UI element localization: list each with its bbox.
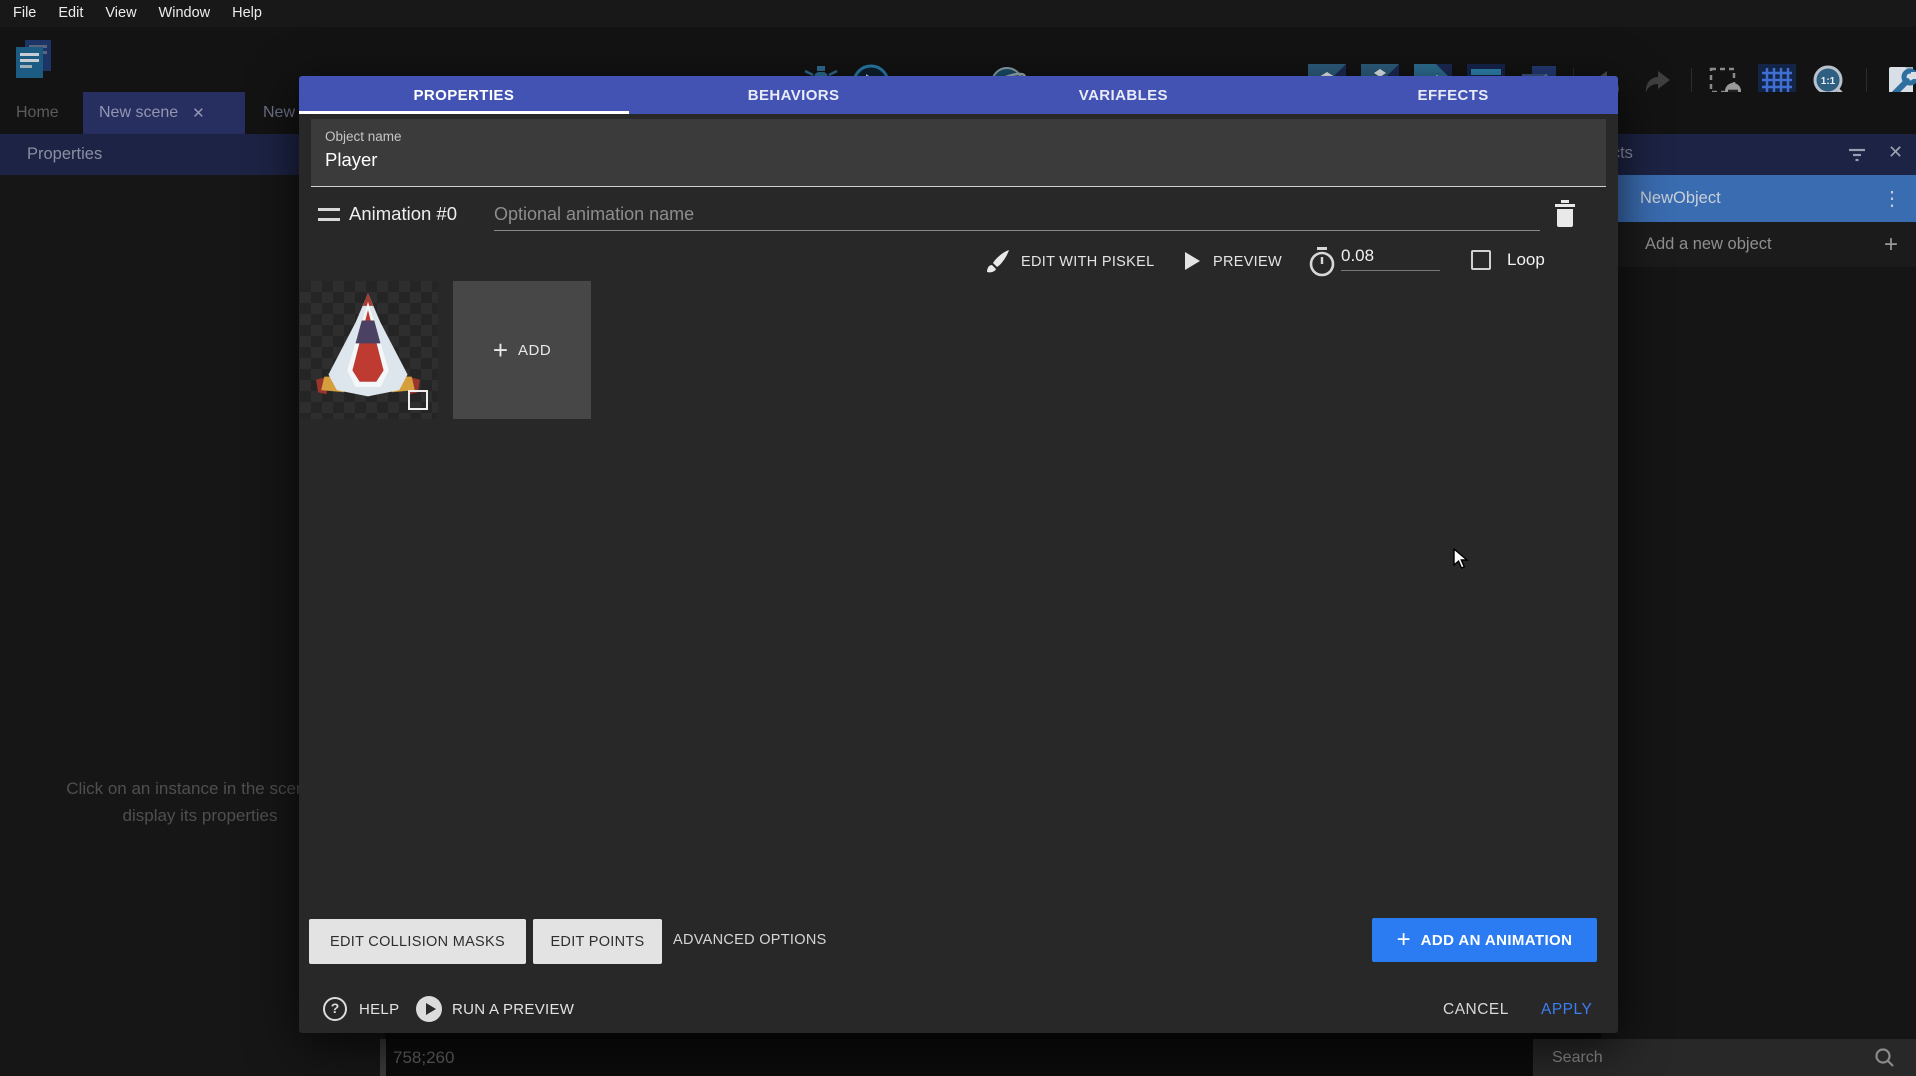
object-name-field: Object name — [311, 119, 1606, 187]
objects-panel: Objects ✕ NewObject ⋮ Add a new object + — [1601, 134, 1916, 1039]
add-frame-label: ADD — [518, 342, 551, 359]
apply-button[interactable]: APPLY — [1541, 1001, 1592, 1019]
brush-icon[interactable] — [983, 248, 1011, 281]
tab-home-label: Home — [16, 104, 59, 122]
tab-new-scene-label: New scene — [99, 104, 178, 122]
filter-icon[interactable] — [1845, 142, 1869, 171]
dialog-tabbar: PROPERTIES BEHAVIORS VARIABLES EFFECTS — [299, 76, 1618, 114]
animation-preview-button[interactable]: PREVIEW — [1213, 254, 1282, 270]
animation-name-input[interactable] — [494, 199, 1540, 231]
frame-select-checkbox[interactable] — [408, 390, 428, 410]
search-input[interactable] — [1533, 1049, 1863, 1067]
menu-view[interactable]: View — [94, 0, 147, 27]
tab-new-scene[interactable]: New scene ✕ — [83, 92, 245, 134]
tab-behaviors[interactable]: BEHAVIORS — [629, 76, 959, 114]
run-a-preview-button[interactable]: RUN A PREVIEW — [452, 1001, 574, 1018]
menu-help[interactable]: Help — [221, 0, 273, 27]
more-options-icon[interactable]: ⋮ — [1882, 186, 1902, 211]
properties-panel-title: Properties — [27, 145, 102, 164]
animation-title: Animation #0 — [349, 203, 457, 225]
advanced-options-button[interactable]: ADVANCED OPTIONS — [673, 932, 827, 948]
menu-edit[interactable]: Edit — [47, 0, 94, 27]
tab-close-icon[interactable]: ✕ — [192, 104, 205, 122]
cancel-button[interactable]: CANCEL — [1443, 1001, 1509, 1019]
search-icon — [1874, 1047, 1896, 1074]
objects-panel-header: Objects ✕ — [1601, 134, 1916, 175]
object-list-item-selected[interactable]: NewObject ⋮ — [1601, 175, 1916, 222]
delete-animation-icon[interactable] — [1552, 199, 1578, 234]
tab-home[interactable]: Home — [0, 92, 75, 134]
tab-properties[interactable]: PROPERTIES — [299, 76, 629, 114]
preview-play-icon[interactable] — [1185, 252, 1200, 270]
plus-icon: + — [493, 335, 508, 366]
svg-text:1:1: 1:1 — [1821, 76, 1836, 87]
object-name-input[interactable] — [325, 149, 1585, 171]
project-manager-icon[interactable] — [12, 38, 54, 85]
tab-effects[interactable]: EFFECTS — [1288, 76, 1618, 114]
object-name-field-label: Object name — [325, 129, 1606, 144]
add-an-animation-button[interactable]: + ADD AN ANIMATION — [1372, 918, 1597, 962]
add-an-animation-label: ADD AN ANIMATION — [1421, 932, 1573, 949]
active-tab-underline — [299, 111, 629, 114]
panel-close-icon[interactable]: ✕ — [1888, 142, 1903, 163]
frame-duration-input[interactable] — [1341, 246, 1440, 271]
add-frame-tile[interactable]: + ADD — [453, 281, 591, 419]
help-icon[interactable]: ? — [323, 997, 347, 1021]
dialog-footer: ? HELP RUN A PREVIEW CANCEL APPLY — [299, 988, 1618, 1033]
plus-icon: + — [1397, 926, 1411, 954]
scene-status-bar: 758;260 — [385, 1039, 1533, 1076]
menu-window[interactable]: Window — [148, 0, 222, 27]
add-new-object-label: Add a new object — [1601, 235, 1772, 254]
spaceship-sprite — [316, 293, 420, 403]
menu-bar: File Edit View Window Help — [0, 0, 1916, 27]
object-name-label: NewObject — [1601, 189, 1721, 208]
sprite-frame-thumbnail[interactable] — [300, 281, 438, 419]
loop-checkbox[interactable] — [1471, 250, 1491, 270]
edit-points-button[interactable]: EDIT POINTS — [533, 919, 662, 964]
scene-scrollbar-edge[interactable] — [380, 1039, 386, 1076]
add-new-object-row[interactable]: Add a new object + — [1601, 222, 1916, 267]
cursor-coordinates: 758;260 — [385, 1048, 454, 1068]
tab-variables[interactable]: VARIABLES — [959, 76, 1289, 114]
animation-header-row: Animation #0 — [299, 195, 1618, 239]
app-window: File Edit View Window Help — [0, 0, 1916, 1076]
help-button[interactable]: HELP — [359, 1001, 399, 1018]
edit-with-piskel-button[interactable]: EDIT WITH PISKEL — [1021, 254, 1154, 270]
edit-collision-masks-button[interactable]: EDIT COLLISION MASKS — [309, 919, 526, 964]
timer-icon — [1307, 246, 1337, 283]
drag-handle-icon[interactable] — [318, 208, 340, 221]
run-preview-icon[interactable] — [416, 996, 442, 1022]
tab-next-label: New — [263, 104, 295, 122]
menu-file[interactable]: File — [2, 0, 47, 27]
objects-search-bar — [1533, 1039, 1916, 1076]
plus-icon: + — [1884, 231, 1898, 259]
animation-controls-row: EDIT WITH PISKEL PREVIEW Loop — [299, 244, 1618, 280]
loop-label: Loop — [1507, 250, 1545, 270]
object-editor-dialog: PROPERTIES BEHAVIORS VARIABLES EFFECTS O… — [299, 76, 1618, 1033]
